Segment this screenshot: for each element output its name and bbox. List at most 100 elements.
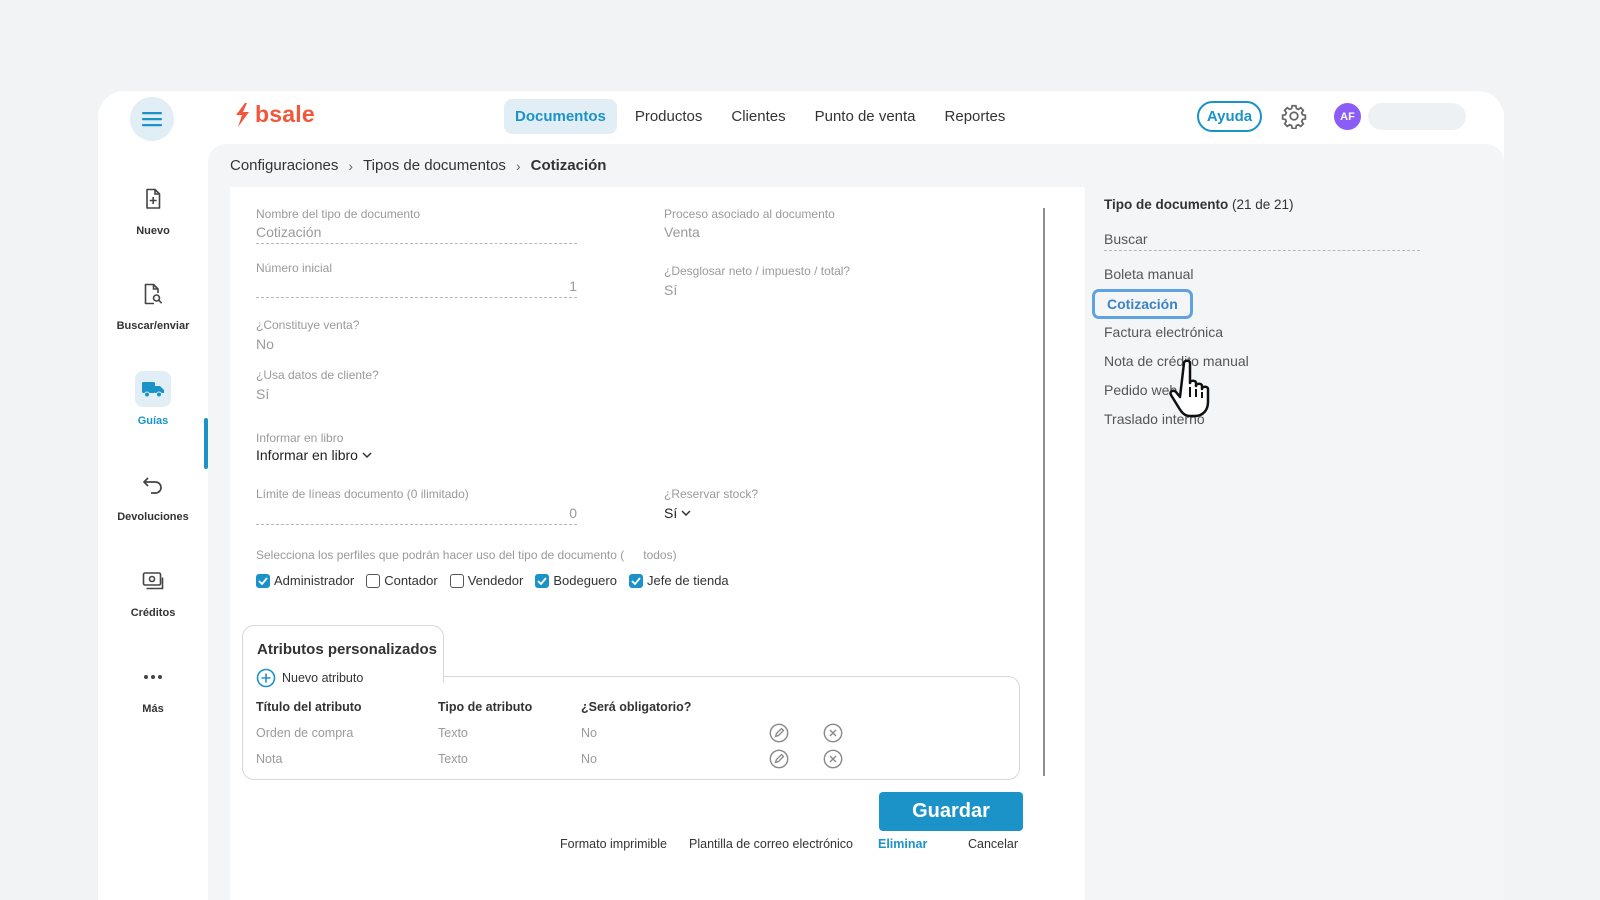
numero-inicial-underline	[256, 297, 577, 298]
checkbox-box	[366, 573, 381, 588]
help-button[interactable]: Ayuda	[1197, 101, 1262, 132]
brand-name: bsale	[255, 101, 315, 127]
numero-inicial-field[interactable]: 1	[256, 278, 577, 294]
limite-lineas-field[interactable]: 0	[256, 505, 577, 521]
attr-type-cell: Texto	[438, 752, 468, 766]
checkbox-label: Contador	[384, 573, 438, 588]
settings-button[interactable]	[1281, 103, 1307, 134]
sidebar-item-label: Nuevo	[136, 225, 170, 237]
new-attribute-button[interactable]: Nuevo atributo	[256, 668, 363, 688]
nav-punto-de-venta[interactable]: Punto de venta	[804, 99, 927, 134]
usa-datos-cliente-value: Sí	[256, 386, 270, 402]
new-attribute-label: Nuevo atributo	[282, 671, 364, 685]
sidebar-item-label: Guías	[137, 415, 169, 427]
sidebar-item-label: Créditos	[130, 607, 176, 619]
sidebar-item-buscar-enviar[interactable]: Buscar/enviar	[98, 276, 208, 332]
doc-type-item-selected[interactable]: Cotización	[1092, 289, 1193, 319]
nav-productos[interactable]: Productos	[624, 99, 714, 134]
nav-documentos[interactable]: Documentos	[504, 99, 617, 134]
checkbox-jefe-de-tienda[interactable]: Jefe de tienda	[628, 573, 729, 588]
edit-icon[interactable]	[769, 723, 789, 743]
informar-libro-selected: Informar en libro	[256, 447, 358, 463]
hamburger-menu-button[interactable]	[130, 97, 174, 141]
add-circle-icon	[256, 668, 276, 688]
chevron-down-icon	[681, 510, 691, 516]
delete-icon[interactable]	[823, 723, 843, 743]
limite-lineas-underline	[256, 524, 577, 525]
attributes-tab-title: Atributos personalizados	[257, 641, 438, 658]
truck-icon	[142, 382, 164, 398]
delete-link[interactable]: Eliminar	[878, 837, 927, 851]
checkbox-box	[535, 573, 550, 588]
doc-type-item[interactable]: Factura electrónica	[1104, 324, 1223, 340]
sidebar-item-label: Buscar/enviar	[116, 320, 190, 332]
header-obligatorio: ¿Será obligatorio?	[581, 700, 692, 714]
informar-libro-dropdown[interactable]: Informar en libro	[256, 447, 372, 463]
nav-clientes[interactable]: Clientes	[720, 99, 796, 134]
checkbox-label: Administrador	[274, 573, 355, 588]
checkbox-contador[interactable]: Contador	[366, 573, 438, 588]
doc-type-item[interactable]: Pedido web	[1104, 382, 1177, 398]
attr-title-cell: Orden de compra	[256, 726, 354, 740]
email-template-link[interactable]: Plantilla de correo electrónico	[689, 837, 853, 851]
sidebar-item-mas[interactable]: Más	[98, 659, 208, 715]
bsale-bolt-icon	[236, 102, 249, 127]
reservar-stock-dropdown[interactable]: Sí	[664, 505, 691, 521]
doc-types-title: Tipo de documento (21 de 21)	[1104, 197, 1294, 212]
sidebar-item-guias[interactable]: Guías	[98, 371, 208, 427]
credits-icon	[142, 572, 164, 590]
user-name-placeholder[interactable]	[1368, 103, 1466, 130]
save-button[interactable]: Guardar	[879, 792, 1023, 831]
sidebar-item-label: Devoluciones	[117, 511, 189, 523]
brand-logo[interactable]: bsale	[233, 101, 315, 128]
reservar-stock-selected: Sí	[664, 505, 678, 521]
main-nav: Documentos Productos Clientes Punto de v…	[504, 99, 1023, 134]
desglosar-label: ¿Desglosar neto / impuesto / total?	[664, 264, 851, 278]
checkbox-label: Bodeguero	[553, 573, 617, 588]
perfiles-label-start: Selecciona los perfiles que podrán hacer…	[256, 548, 625, 562]
doc-type-item[interactable]: Boleta manual	[1104, 266, 1194, 282]
sidebar-item-creditos[interactable]: Créditos	[98, 563, 208, 619]
sidebar: Nuevo Buscar/enviar Guías Devoluciones C…	[98, 145, 208, 900]
attr-required-cell: No	[581, 726, 597, 740]
content-area: Configuraciones › Tipos de documentos › …	[208, 144, 1504, 900]
numero-inicial-label: Número inicial	[256, 261, 333, 275]
hamburger-icon	[142, 112, 162, 127]
edit-icon[interactable]	[769, 749, 789, 769]
breadcrumb-configuraciones[interactable]: Configuraciones	[230, 157, 338, 174]
nombre-label: Nombre del tipo de documento	[256, 207, 421, 221]
return-arrow-icon	[143, 477, 162, 494]
doc-types-count: (21 de 21)	[1232, 197, 1294, 212]
sidebar-item-label: Más	[142, 703, 164, 715]
checkbox-box	[449, 573, 464, 588]
perfiles-label-end: todos)	[643, 548, 677, 562]
constituye-venta-label: ¿Constituye venta?	[256, 318, 360, 332]
sidebar-item-devoluciones[interactable]: Devoluciones	[98, 467, 208, 523]
checkbox-vendedor[interactable]: Vendedor	[449, 573, 524, 588]
doc-types-search-input[interactable]: Buscar	[1104, 231, 1420, 251]
new-document-icon	[146, 188, 161, 209]
nombre-underline	[256, 243, 577, 244]
proceso-label: Proceso asociado al documento	[664, 207, 835, 221]
breadcrumb: Configuraciones › Tipos de documentos › …	[230, 157, 606, 174]
limite-lineas-label: Límite de líneas documento (0 ilimitado)	[256, 487, 469, 501]
checkbox-label: Vendedor	[467, 573, 524, 588]
user-avatar[interactable]: AF	[1334, 103, 1361, 130]
nombre-field[interactable]: Cotización	[256, 224, 321, 240]
print-format-link[interactable]: Formato imprimible	[560, 837, 667, 851]
top-bar: bsale Documentos Productos Clientes Punt…	[98, 91, 1504, 145]
checkbox-box	[628, 573, 643, 588]
attributes-panel	[242, 676, 1020, 780]
checkbox-administrador[interactable]: Administrador	[256, 573, 354, 588]
nav-reportes[interactable]: Reportes	[934, 99, 1017, 134]
doc-types-title-bold: Tipo de documento	[1104, 197, 1229, 212]
check-icon	[258, 576, 268, 585]
sidebar-item-nuevo[interactable]: Nuevo	[98, 181, 208, 237]
cancel-link[interactable]: Cancelar	[968, 837, 1018, 851]
delete-icon[interactable]	[823, 749, 843, 769]
checkbox-bodeguero[interactable]: Bodeguero	[535, 573, 617, 588]
check-icon	[631, 576, 641, 585]
breadcrumb-tipos-documentos[interactable]: Tipos de documentos	[363, 157, 506, 174]
check-icon	[537, 576, 548, 585]
attr-title-cell: Nota	[256, 752, 283, 766]
